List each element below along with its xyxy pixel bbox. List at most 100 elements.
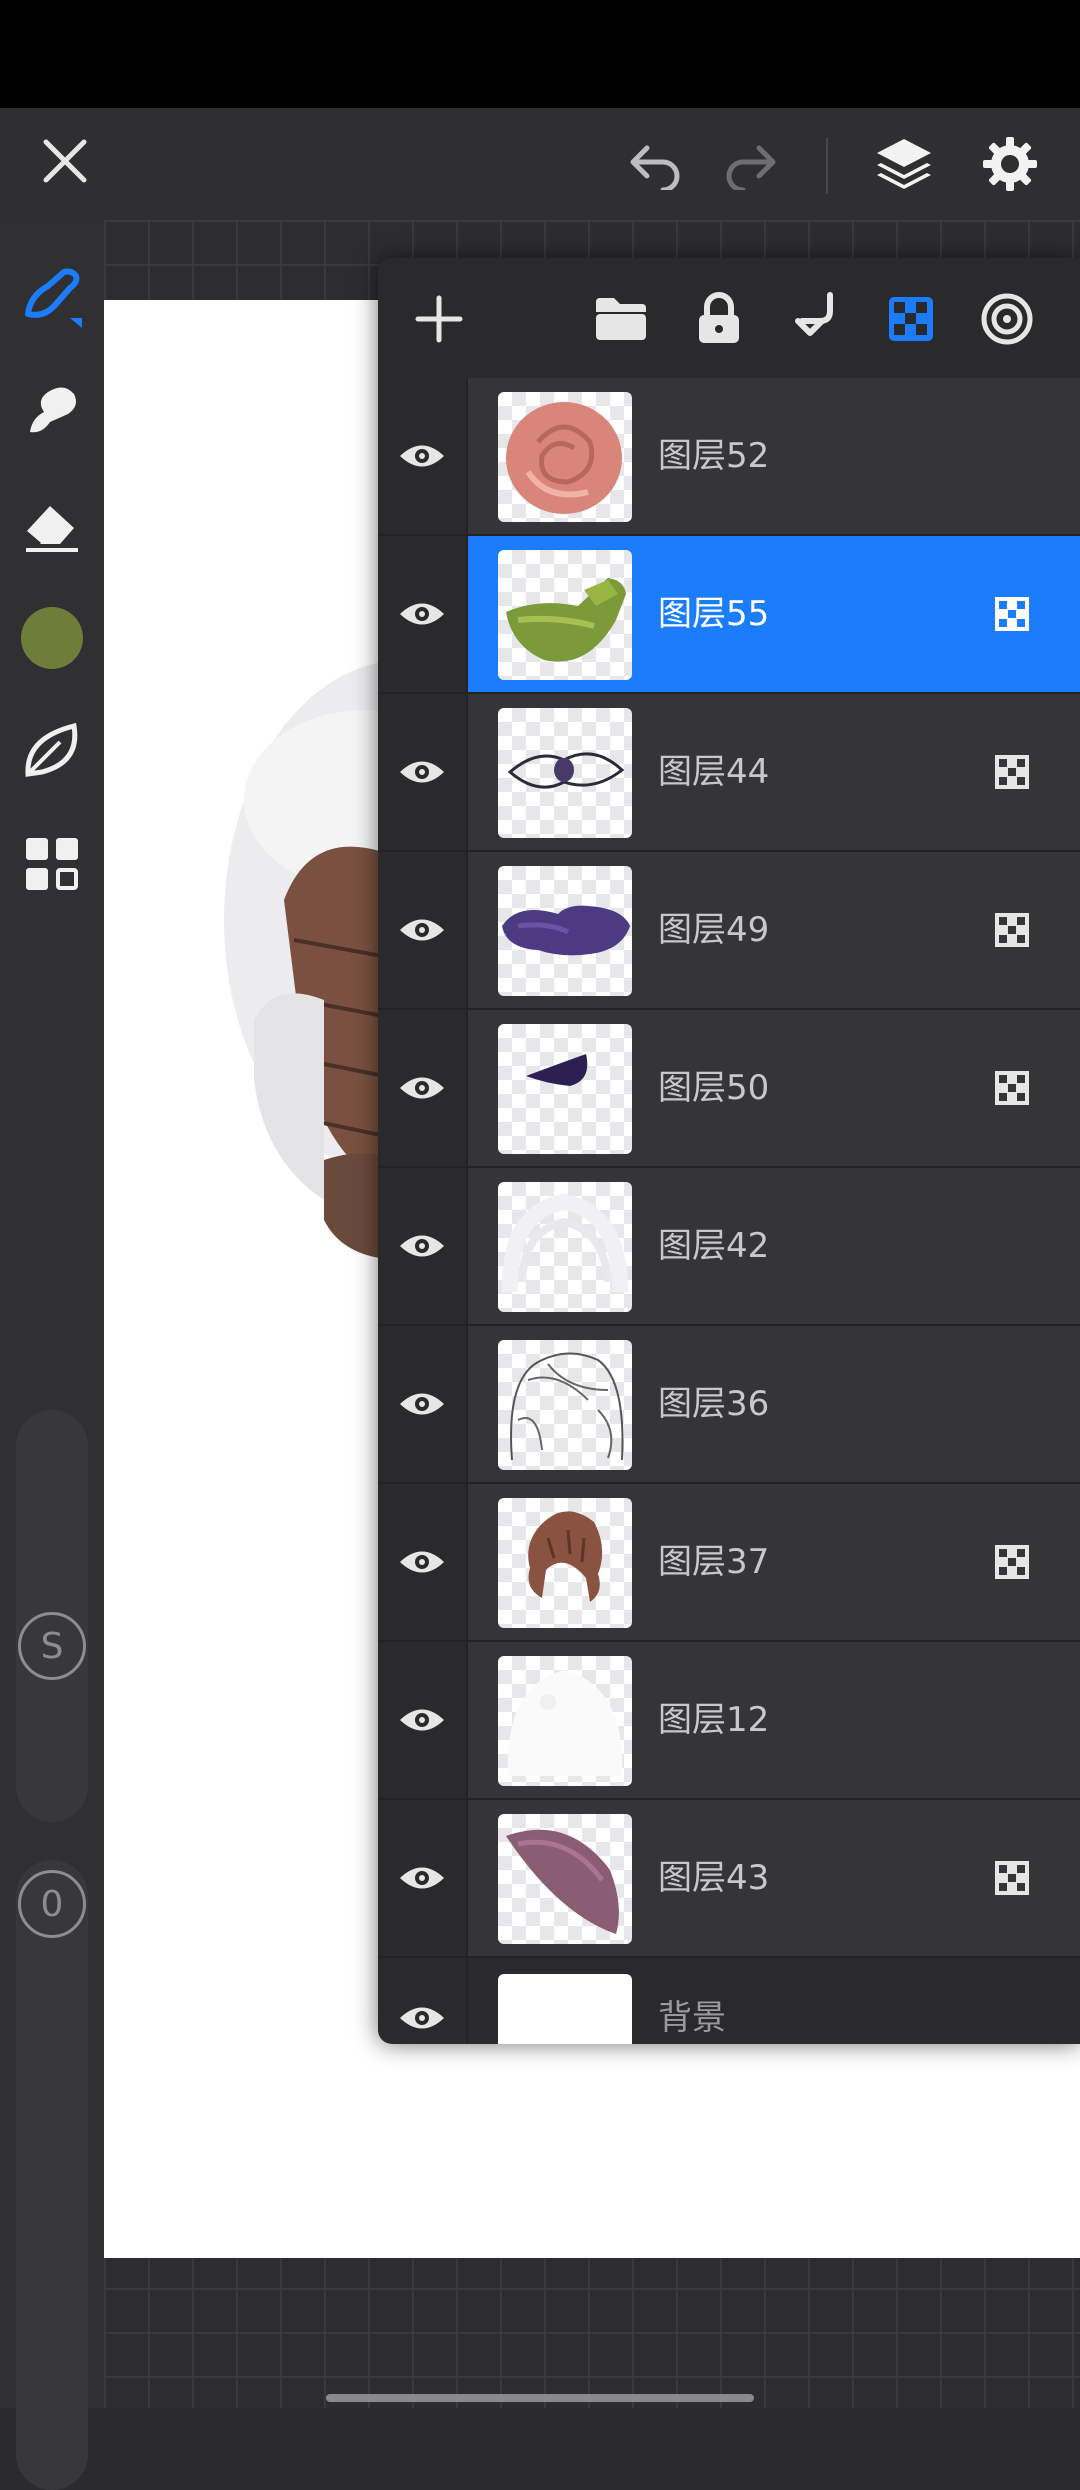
layer-body[interactable]: 图层36 xyxy=(466,1326,1080,1482)
checker-icon[interactable] xyxy=(876,284,946,354)
status-bar xyxy=(0,0,1080,108)
layer-thumbnail xyxy=(498,1340,632,1470)
layer-body[interactable]: 图层52 xyxy=(466,378,1080,534)
layer-row[interactable]: 图层37 xyxy=(378,1484,1080,1642)
layer-name: 图层36 xyxy=(658,1384,770,1424)
tool-rail: S 0 xyxy=(0,220,104,2490)
brush-icon[interactable] xyxy=(18,264,86,332)
layer-thumbnail xyxy=(498,1182,632,1312)
opacity-indicator[interactable]: 0 xyxy=(18,1870,86,1938)
layer-body[interactable]: 图层55 xyxy=(466,536,1080,692)
layer-name: 背景 xyxy=(658,1998,726,2038)
layer-name: 图层42 xyxy=(658,1226,770,1266)
eye-icon xyxy=(400,1551,444,1573)
layer-name: 图层44 xyxy=(658,752,770,792)
layer-row[interactable]: 图层36 xyxy=(378,1326,1080,1484)
eye-icon xyxy=(400,1709,444,1731)
gear-icon[interactable] xyxy=(972,126,1048,202)
layer-name: 图层37 xyxy=(658,1542,770,1582)
toolbar-divider xyxy=(826,138,828,194)
layer-thumbnail xyxy=(498,1974,632,2044)
merge-down-icon[interactable] xyxy=(780,284,850,354)
eye-icon xyxy=(400,445,444,467)
layer-body[interactable]: 图层37 xyxy=(466,1484,1080,1640)
top-toolbar xyxy=(0,108,1080,220)
lock-icon[interactable] xyxy=(684,284,754,354)
visibility-toggle[interactable] xyxy=(378,1958,466,2044)
layer-name: 图层49 xyxy=(658,910,770,950)
home-indicator[interactable] xyxy=(326,2394,754,2402)
eye-icon xyxy=(400,1867,444,1889)
visibility-toggle[interactable] xyxy=(378,1010,466,1166)
layer-thumbnail xyxy=(498,550,632,680)
layer-body[interactable]: 图层42 xyxy=(466,1168,1080,1324)
blend-mode-icon[interactable] xyxy=(994,754,1030,790)
leaf-icon[interactable] xyxy=(18,716,86,784)
smudge-icon[interactable] xyxy=(18,376,86,444)
layer-row[interactable]: 图层12 xyxy=(378,1642,1080,1800)
layer-thumbnail xyxy=(498,708,632,838)
layer-body[interactable]: 图层50 xyxy=(466,1010,1080,1166)
layers-icon[interactable] xyxy=(866,126,942,202)
layer-row[interactable]: 图层49 xyxy=(378,852,1080,1010)
blend-mode-icon[interactable] xyxy=(994,596,1030,632)
eraser-icon[interactable] xyxy=(18,490,86,558)
blend-mode-icon[interactable] xyxy=(994,1070,1030,1106)
layer-body[interactable]: 背景 xyxy=(466,1958,1080,2044)
color-swatch[interactable] xyxy=(18,604,86,672)
visibility-toggle[interactable] xyxy=(378,378,466,534)
visibility-toggle[interactable] xyxy=(378,694,466,850)
add-icon[interactable] xyxy=(404,284,474,354)
background-layer-row[interactable]: 背景 xyxy=(378,1958,1080,2044)
layer-body[interactable]: 图层49 xyxy=(466,852,1080,1008)
undo-icon[interactable] xyxy=(620,130,690,200)
layer-name: 图层55 xyxy=(658,594,770,634)
visibility-toggle[interactable] xyxy=(378,852,466,1008)
layer-row[interactable]: 图层43 xyxy=(378,1800,1080,1958)
eye-icon xyxy=(400,1235,444,1257)
layer-body[interactable]: 图层43 xyxy=(466,1800,1080,1956)
layer-row-selected[interactable]: 图层55 xyxy=(378,536,1080,694)
grid-icon[interactable] xyxy=(18,830,86,898)
visibility-toggle[interactable] xyxy=(378,1168,466,1324)
layer-body[interactable]: 图层12 xyxy=(466,1642,1080,1798)
blend-mode-icon[interactable] xyxy=(994,912,1030,948)
close-icon[interactable] xyxy=(30,126,100,196)
eye-icon xyxy=(400,2007,444,2029)
layer-name: 图层12 xyxy=(658,1700,770,1740)
blend-mode-icon[interactable] xyxy=(994,1860,1030,1896)
visibility-toggle[interactable] xyxy=(378,1326,466,1482)
layers-toolbar xyxy=(378,258,1080,378)
layer-row[interactable]: 图层50 xyxy=(378,1010,1080,1168)
eye-icon xyxy=(400,1393,444,1415)
folder-icon[interactable] xyxy=(586,284,656,354)
layer-row[interactable]: 图层42 xyxy=(378,1168,1080,1326)
eye-icon xyxy=(400,603,444,625)
redo-icon[interactable] xyxy=(716,130,786,200)
layer-name: 图层50 xyxy=(658,1068,770,1108)
layer-thumbnail xyxy=(498,1814,632,1944)
target-icon[interactable] xyxy=(972,284,1042,354)
visibility-toggle[interactable] xyxy=(378,1642,466,1798)
layer-row[interactable]: 图层44 xyxy=(378,694,1080,852)
blend-mode-icon[interactable] xyxy=(994,1544,1030,1580)
layer-thumbnail xyxy=(498,1656,632,1786)
visibility-toggle[interactable] xyxy=(378,1800,466,1956)
opacity-label: 0 xyxy=(40,1883,64,1925)
eye-icon xyxy=(400,761,444,783)
layer-row[interactable]: 图层52 xyxy=(378,378,1080,536)
size-indicator[interactable]: S xyxy=(18,1612,86,1680)
eye-icon xyxy=(400,1077,444,1099)
opacity-slider[interactable] xyxy=(16,1860,88,2490)
layer-thumbnail xyxy=(498,1024,632,1154)
layer-thumbnail xyxy=(498,1498,632,1628)
visibility-toggle[interactable] xyxy=(378,1484,466,1640)
visibility-toggle[interactable] xyxy=(378,536,466,692)
layer-body[interactable]: 图层44 xyxy=(466,694,1080,850)
layer-thumbnail xyxy=(498,866,632,996)
size-label: S xyxy=(40,1625,64,1667)
layer-thumbnail xyxy=(498,392,632,522)
layer-name: 图层43 xyxy=(658,1858,770,1898)
eye-icon xyxy=(400,919,444,941)
layer-name: 图层52 xyxy=(658,436,770,476)
